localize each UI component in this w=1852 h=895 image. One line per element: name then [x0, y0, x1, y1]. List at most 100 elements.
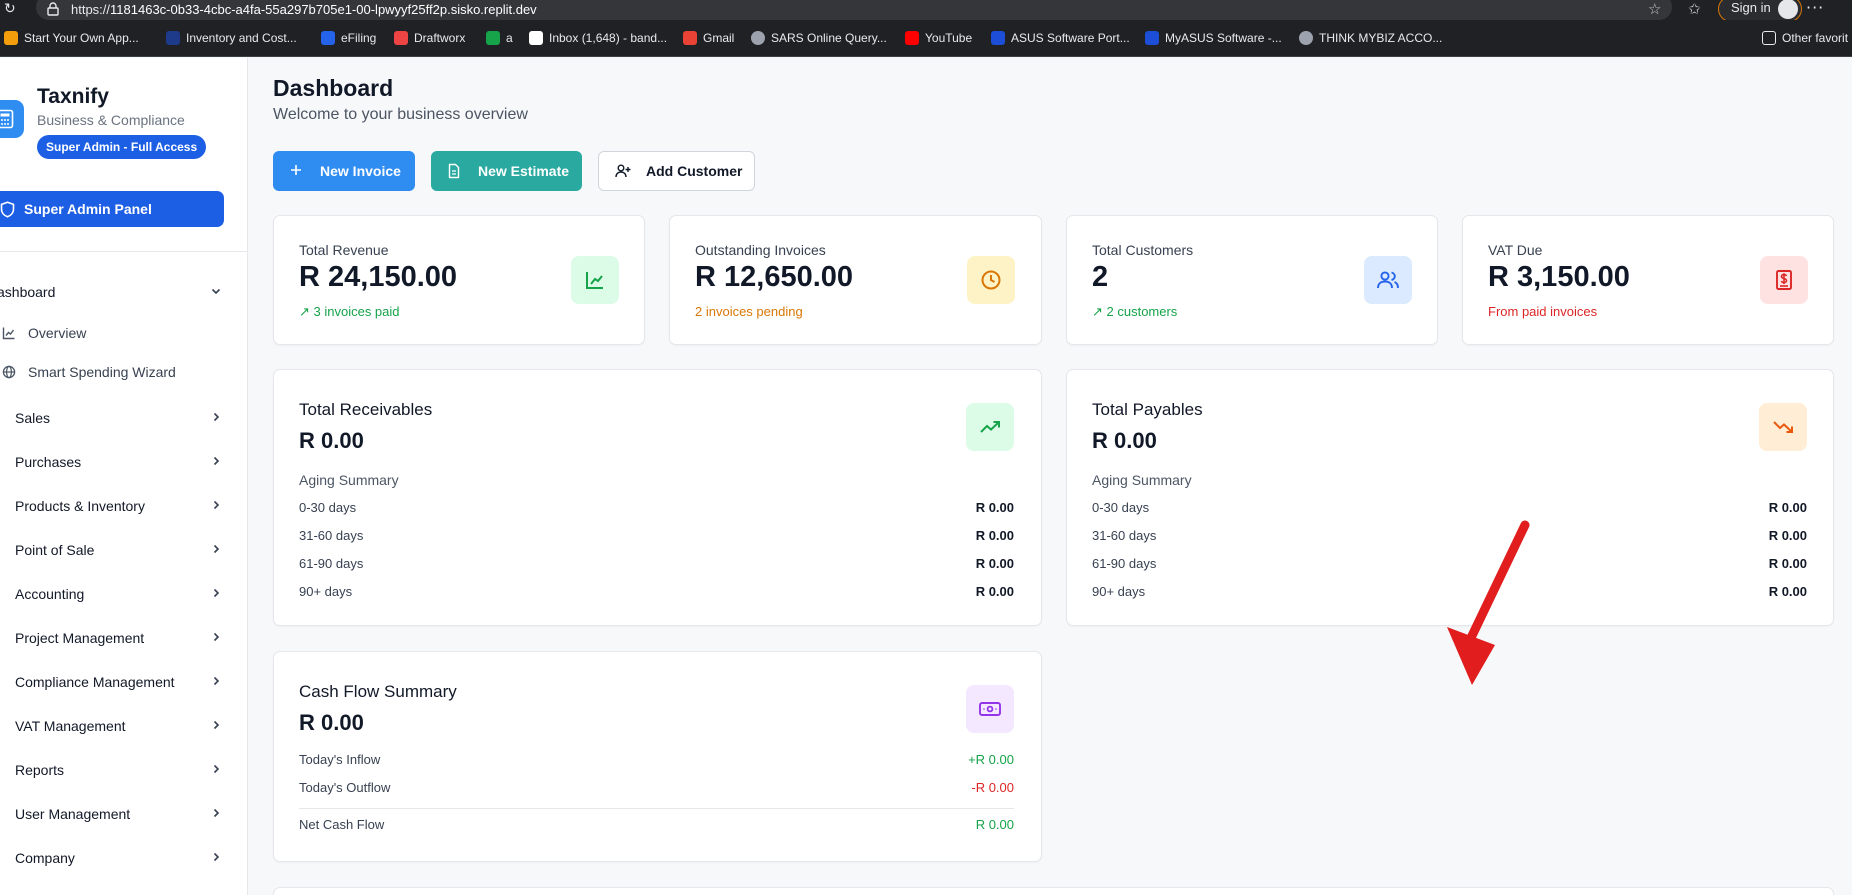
bookmark-item[interactable]: MyASUS Software -... — [1145, 31, 1282, 45]
aging-row-label: 90+ days — [299, 584, 353, 599]
sign-in-button[interactable]: Sign in — [1718, 0, 1802, 22]
aging-row-value: R 0.00 — [975, 500, 1014, 515]
card-amount: R 0.00 — [299, 428, 364, 453]
app-tagline: Business & Compliance — [37, 112, 185, 128]
card-title: Cash Flow Summary — [299, 682, 457, 701]
sidebar-item-purchases[interactable]: Purchases — [0, 444, 248, 480]
browser-menu-icon[interactable]: ··· — [1806, 0, 1824, 17]
bookmark-item[interactable]: SARS Online Query... — [751, 31, 887, 45]
chevron-right-icon — [213, 412, 220, 422]
chevron-right-icon — [213, 500, 220, 510]
cash-flow-row-net: Net Cash Flow R 0.00 — [299, 817, 1014, 837]
sidebar-item-user-management[interactable]: User Management — [0, 796, 248, 832]
reload-icon[interactable]: ↻ — [4, 1, 16, 17]
chevron-right-icon — [213, 808, 220, 818]
bookmark-star-icon[interactable]: ☆ — [1648, 0, 1661, 18]
calculator-icon — [0, 109, 14, 129]
sidebar-item-point-of-sale[interactable]: Point of Sale — [0, 532, 248, 568]
sidebar-item-label: Smart Spending Wizard — [28, 364, 176, 380]
chart-line-icon — [586, 272, 603, 289]
aging-row: 61-90 days R 0.00 — [299, 556, 1014, 576]
bookmark-item[interactable]: Inventory and Cost... — [166, 31, 297, 45]
stat-value: R 3,150.00 — [1488, 261, 1630, 293]
divider — [299, 808, 1014, 809]
sidebar-item-label: ashboard — [0, 284, 56, 300]
sidebar-item-products-inventory[interactable]: Products & Inventory — [0, 488, 248, 524]
super-admin-panel-button[interactable]: Super Admin Panel — [0, 191, 224, 227]
annotation-arrow-icon — [1447, 520, 1530, 685]
new-estimate-button[interactable]: New Estimate — [431, 151, 582, 191]
sidebar-item-dashboard[interactable]: ashboard — [0, 274, 248, 310]
bookmark-item[interactable]: YouTube — [905, 31, 972, 45]
sidebar-item-compliance-management[interactable]: Compliance Management — [0, 664, 248, 700]
chevron-right-icon — [213, 764, 220, 774]
chevron-right-icon — [213, 456, 220, 466]
card-title: Total Payables — [1092, 400, 1203, 419]
bookmark-item[interactable]: eFiling — [321, 31, 376, 45]
aging-row-label: 61-90 days — [299, 556, 364, 571]
cash-flow-value: R 0.00 — [975, 817, 1014, 832]
other-favorites[interactable]: Other favorit — [1762, 31, 1848, 45]
browser-address-bar: ↻ https://1181463c-0b33-4cbc-a4fa-55a297… — [0, 0, 1852, 22]
stat-card-total-revenue: Total Revenue R 24,150.00 ↗ 3 invoices p… — [273, 215, 645, 345]
site-info-icon[interactable] — [46, 1, 60, 17]
chevron-right-icon — [213, 544, 220, 554]
users-icon — [1377, 271, 1399, 289]
bookmark-item[interactable]: Start Your Own App... — [4, 31, 139, 45]
sidebar-item-label: Reports — [15, 762, 65, 778]
bookmark-item[interactable]: THINK MYBIZ ACCO... — [1299, 31, 1442, 45]
sidebar-item-overview[interactable]: Overview — [0, 317, 248, 349]
bookmark-item[interactable]: Gmail — [683, 31, 734, 45]
aging-row: 0-30 days R 0.00 — [299, 500, 1014, 520]
document-icon — [448, 163, 460, 179]
sidebar-item-accounting[interactable]: Accounting — [0, 576, 248, 612]
sidebar-item-project-management[interactable]: Project Management — [0, 620, 248, 656]
sidebar-item-label: Compliance Management — [15, 674, 175, 690]
bookmark-favicon — [1299, 31, 1313, 45]
url-text[interactable]: https://1181463c-0b33-4cbc-a4fa-55a297b7… — [71, 2, 537, 17]
stat-note: From paid invoices — [1488, 304, 1598, 319]
sidebar-item-reports[interactable]: Reports — [0, 752, 248, 788]
sidebar-item-company[interactable]: Company — [0, 840, 248, 876]
plus-icon — [291, 165, 301, 175]
folder-icon — [1762, 31, 1776, 45]
aging-row-value: R 0.00 — [975, 528, 1014, 543]
chevron-right-icon — [213, 720, 220, 730]
page-title: Dashboard — [273, 75, 394, 101]
app-logo — [0, 100, 24, 138]
card-icon-tile — [966, 685, 1014, 733]
sidebar-divider — [0, 251, 248, 252]
aging-row-value: R 0.00 — [1768, 556, 1807, 571]
aging-row-value: R 0.00 — [975, 584, 1014, 599]
bookmark-item[interactable]: Inbox (1,648) - band... — [529, 31, 667, 45]
favorites-icon[interactable]: ✩ — [1688, 0, 1701, 18]
cash-flow-label: Today's Inflow — [299, 752, 381, 767]
aging-row-label: 31-60 days — [1092, 528, 1157, 543]
stat-value: R 24,150.00 — [299, 261, 458, 293]
sidebar-item-sales[interactable]: Sales — [0, 400, 248, 436]
stat-card-vat-due: VAT Due R 3,150.00 From paid invoices — [1462, 215, 1834, 345]
bookmark-item[interactable]: a — [486, 31, 513, 45]
card-icon-tile — [966, 403, 1014, 451]
chevron-right-icon — [213, 852, 220, 862]
bookmark-favicon — [394, 31, 408, 45]
card-amount: R 0.00 — [299, 710, 364, 735]
bookmark-favicon — [166, 31, 180, 45]
sidebar: Taxnify Business & Compliance Super Admi… — [0, 58, 248, 895]
aging-row-label: 31-60 days — [299, 528, 364, 543]
aging-row-value: R 0.00 — [1768, 528, 1807, 543]
sidebar-item-label: Overview — [28, 325, 87, 341]
cash-flow-value: -R 0.00 — [971, 780, 1014, 795]
super-admin-panel-label: Super Admin Panel — [24, 201, 152, 217]
bookmark-item[interactable]: Draftworx — [394, 31, 465, 45]
add-customer-button[interactable]: Add Customer — [598, 151, 755, 191]
page-subtitle: Welcome to your business overview — [273, 106, 528, 123]
sidebar-item-smart-spending-wizard[interactable]: Smart Spending Wizard — [0, 356, 248, 388]
sidebar-item-label: Company — [15, 850, 75, 866]
bookmark-item[interactable]: ASUS Software Port... — [991, 31, 1130, 45]
stat-note: ↗ 3 invoices paid — [299, 304, 400, 319]
new-invoice-button[interactable]: New Invoice — [273, 151, 415, 191]
sidebar-item-vat-management[interactable]: VAT Management — [0, 708, 248, 744]
chevron-right-icon — [213, 632, 220, 642]
new-invoice-label: New Invoice — [320, 163, 401, 179]
